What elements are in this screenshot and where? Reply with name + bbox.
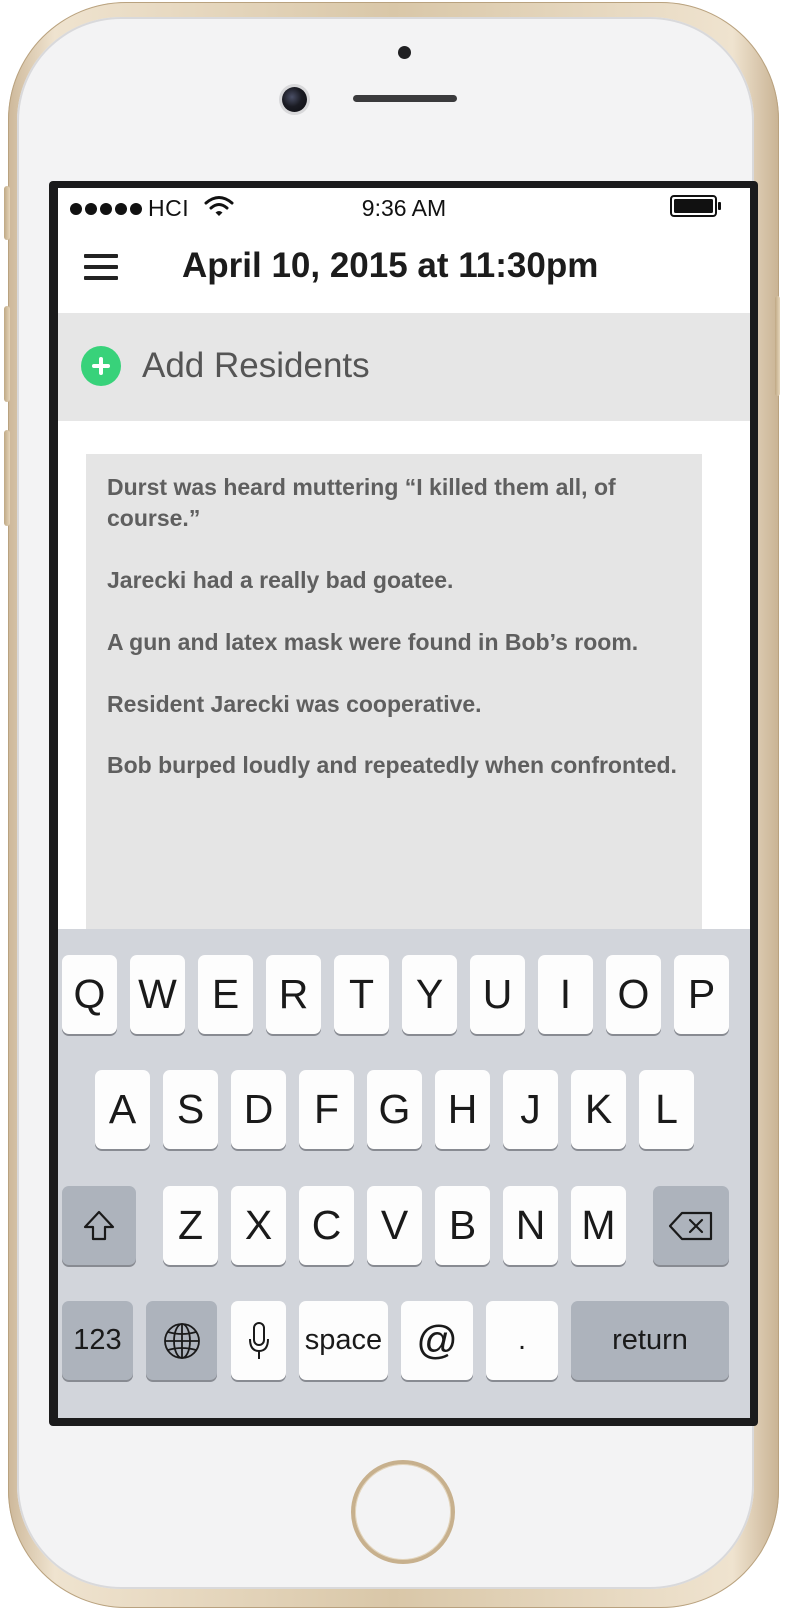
key-t[interactable]: T [334, 955, 389, 1034]
key-l[interactable]: L [639, 1070, 694, 1149]
key-r[interactable]: R [266, 955, 321, 1034]
shift-key[interactable] [62, 1186, 136, 1265]
key-k[interactable]: K [571, 1070, 626, 1149]
key-c[interactable]: C [299, 1186, 354, 1265]
key-a[interactable]: A [95, 1070, 150, 1149]
at-key[interactable]: @ [401, 1301, 473, 1380]
key-h[interactable]: H [435, 1070, 490, 1149]
add-residents-button[interactable]: Add Residents [58, 313, 750, 421]
globe-icon [163, 1322, 200, 1359]
microphone-icon [248, 1321, 269, 1359]
status-bar: HCI 9:36 AM [58, 188, 750, 228]
app-screen: HCI 9:36 AM April 10, 2015 at 11:30pm Ad… [58, 188, 750, 1418]
page-title: April 10, 2015 at 11:30pm [182, 246, 599, 285]
key-x[interactable]: X [231, 1186, 286, 1265]
hamburger-menu-icon[interactable] [84, 254, 118, 282]
key-g[interactable]: G [367, 1070, 422, 1149]
key-z[interactable]: Z [163, 1186, 218, 1265]
key-d[interactable]: D [231, 1070, 286, 1149]
plus-circle-icon [81, 346, 121, 386]
backspace-icon [668, 1211, 713, 1240]
volume-up-button [4, 306, 10, 402]
note-line: Durst was heard muttering “I killed them… [107, 474, 616, 531]
status-time: 9:36 AM [361, 195, 447, 221]
key-u[interactable]: U [470, 955, 525, 1034]
key-w[interactable]: W [130, 955, 185, 1034]
key-v[interactable]: V [367, 1186, 422, 1265]
mute-switch [4, 186, 10, 240]
globe-key[interactable] [146, 1301, 217, 1380]
period-key[interactable]: . [486, 1301, 558, 1380]
key-o[interactable]: O [606, 955, 661, 1034]
note-line: Bob burped loudly and repeatedly when co… [107, 752, 677, 778]
key-s[interactable]: S [163, 1070, 218, 1149]
key-q[interactable]: Q [62, 955, 117, 1034]
nav-bar: April 10, 2015 at 11:30pm [58, 228, 750, 312]
note-line: A gun and latex mask were found in Bob’s… [107, 629, 639, 655]
space-key[interactable]: space [299, 1301, 388, 1380]
key-b[interactable]: B [435, 1186, 490, 1265]
keyboard: Q W E R T Y U I O P A S D F G H J K L Z … [58, 929, 750, 1418]
note-line: Resident Jarecki was cooperative. [107, 691, 482, 717]
key-i[interactable]: I [538, 955, 593, 1034]
key-e[interactable]: E [198, 955, 253, 1034]
volume-down-button [4, 430, 10, 526]
key-j[interactable]: J [503, 1070, 558, 1149]
add-residents-label: Add Residents [142, 346, 370, 385]
front-camera-icon [282, 87, 307, 112]
proximity-sensor [398, 46, 411, 59]
key-n[interactable]: N [503, 1186, 558, 1265]
key-p[interactable]: P [674, 955, 729, 1034]
earpiece-speaker [353, 95, 457, 102]
note-line: Jarecki had a really bad goatee. [107, 567, 454, 593]
battery-icon [670, 195, 721, 217]
power-button [775, 296, 780, 396]
microphone-key[interactable] [231, 1301, 286, 1380]
numbers-key[interactable]: 123 [62, 1301, 133, 1380]
key-f[interactable]: F [299, 1070, 354, 1149]
key-m[interactable]: M [571, 1186, 626, 1265]
return-key[interactable]: return [571, 1301, 729, 1380]
backspace-key[interactable] [653, 1186, 729, 1265]
notes-textarea[interactable]: Durst was heard muttering “I killed them… [86, 454, 702, 934]
key-y[interactable]: Y [402, 955, 457, 1034]
shift-icon [83, 1210, 115, 1240]
home-button[interactable] [351, 1460, 455, 1564]
